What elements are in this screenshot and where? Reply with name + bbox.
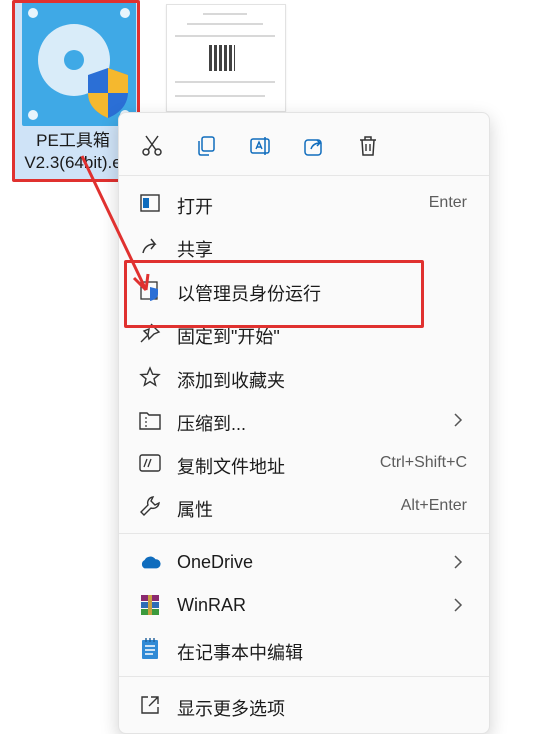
annotation-arrow xyxy=(80,155,150,292)
